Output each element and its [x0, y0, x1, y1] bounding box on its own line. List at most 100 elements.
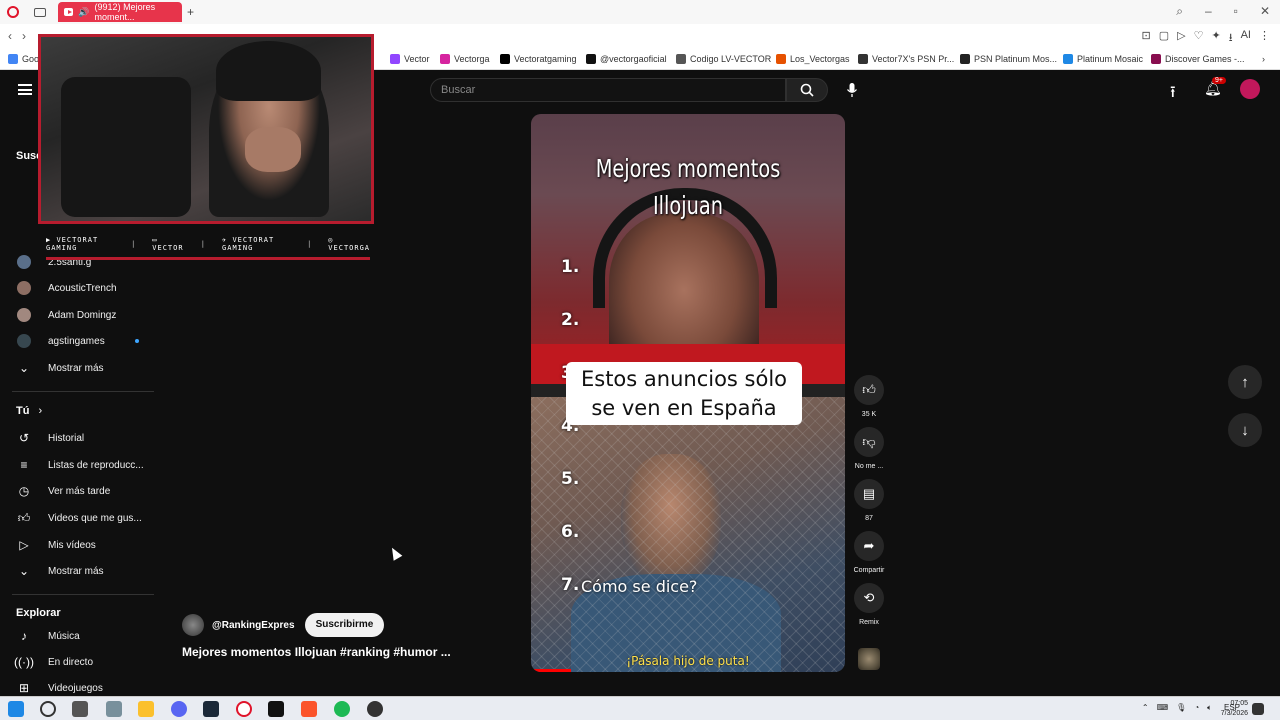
steam-icon[interactable] [203, 701, 219, 717]
sidebar-sub-item[interactable]: agstingames [0, 329, 160, 353]
sidebar-sub-item[interactable]: AcousticTrench [0, 276, 160, 300]
ai-icon[interactable]: AI [1241, 29, 1251, 48]
search-tabs-icon[interactable]: ⌕ [1176, 4, 1183, 19]
like-count: 35 K [861, 411, 877, 418]
upload-icon[interactable]: ⭱ [1170, 81, 1176, 108]
psn-icon [858, 54, 868, 64]
remix-button[interactable]: ⟲ Remix [851, 583, 887, 626]
maximize-icon[interactable]: ▫ [1234, 4, 1238, 19]
discord-icon[interactable] [171, 701, 187, 717]
sound-thumbnail[interactable] [858, 648, 880, 670]
sidebar-item-history[interactable]: ↺ Historial [0, 426, 160, 450]
bookmark-icon[interactable]: ⊡ [1142, 29, 1151, 48]
bookmark-item[interactable]: Discover Games -... [1151, 54, 1245, 64]
back-icon[interactable]: ‹ [8, 29, 12, 43]
show-more-subs[interactable]: ⌄ Mostrar más [0, 356, 160, 380]
tab-overview-icon[interactable] [34, 7, 46, 17]
heart-icon[interactable]: ♡ [1194, 29, 1204, 48]
sidebar-item-playlists[interactable]: ≡ Listas de reproducc... [0, 453, 160, 477]
search-icon[interactable] [40, 701, 56, 717]
comments-button[interactable]: ▤ 87 [851, 479, 887, 522]
bookmark-item[interactable]: Vector [390, 54, 430, 64]
channel-avatar [17, 334, 31, 348]
video-progress-bar[interactable] [531, 669, 571, 672]
voice-search-button[interactable] [838, 78, 866, 102]
show-more-you[interactable]: ⌄ Mostrar más [0, 559, 160, 583]
you-header[interactable]: Tú › [16, 405, 42, 417]
video-icon: ▷ [19, 538, 29, 552]
video-title[interactable]: Mejores momentos Illojuan #ranking #humo… [182, 645, 451, 659]
sidebar-item-watch-later[interactable]: ◷ Ver más tarde [0, 479, 160, 503]
search-input[interactable]: Buscar [430, 78, 786, 102]
sidebar-item-music[interactable]: ♪ Música [0, 624, 160, 648]
channel-handle[interactable]: @RankingExpres [212, 620, 295, 631]
notification-badge: 9+ [1212, 77, 1226, 84]
dislike-label: No me ... [854, 463, 884, 470]
gaming-chair [61, 77, 191, 217]
menu-icon[interactable]: ⋮ [1259, 29, 1270, 48]
dislike-button[interactable]: 👎︎ No me ... [851, 427, 887, 470]
next-short-button[interactable]: ↓ [1228, 413, 1262, 447]
system-clock[interactable]: 07:05 7/3/2026 [1221, 699, 1248, 719]
bookmark-item[interactable]: PSN Platinum Mos... [960, 54, 1057, 64]
channel-avatar[interactable] [182, 614, 204, 636]
account-avatar[interactable] [1240, 79, 1260, 99]
volume-icon[interactable]: 🔈︎ [1207, 703, 1212, 713]
new-tab-icon[interactable]: + [187, 5, 194, 19]
chevron-down-icon: ⌄ [18, 361, 30, 375]
chevron-down-icon: ⌄ [18, 564, 30, 578]
play-icon[interactable]: ▷ [1177, 29, 1185, 48]
chevron-up-icon[interactable]: ⌃ [1142, 703, 1149, 713]
opera-logo-icon[interactable] [7, 6, 19, 18]
download-icon[interactable]: ⭳ [1229, 29, 1233, 48]
twitch-social: ▭ VECTOR [152, 236, 184, 252]
notifications-button[interactable]: 🔔︎ 9+ [1204, 77, 1226, 97]
speaker-icon[interactable]: 🔊 [78, 7, 89, 18]
close-window-icon[interactable]: ✕ [1260, 4, 1270, 19]
file-explorer-icon[interactable] [138, 701, 154, 717]
obs-icon[interactable] [367, 701, 383, 717]
browser-tab-youtube[interactable]: 🔊 (9912) Mejores moment... [58, 2, 182, 22]
search-button[interactable] [786, 78, 828, 102]
short-video-player[interactable]: Mejores momentos Illojuan 1. 2. 3. 4. 5.… [531, 114, 845, 672]
share-button[interactable]: ➦ Compartir [851, 531, 887, 574]
extensions-icon[interactable]: ✦ [1212, 29, 1221, 48]
games-icon [1151, 54, 1161, 64]
windows-start-icon[interactable] [8, 701, 24, 717]
minimize-icon[interactable]: – [1205, 4, 1212, 19]
thumbs-up-icon: 👍︎ [854, 375, 884, 405]
network-icon[interactable]: ⌨ [1157, 703, 1169, 713]
menu-icon[interactable] [18, 84, 32, 95]
snapshot-icon[interactable]: ▢ [1159, 29, 1169, 48]
notifications-icon[interactable] [1252, 703, 1264, 715]
search-icon [800, 83, 814, 97]
bookmarks-overflow-icon[interactable]: › [1262, 54, 1265, 64]
bookmark-item[interactable]: Vectorga [440, 54, 490, 64]
app-icon[interactable] [106, 701, 122, 717]
bookmark-item[interactable]: Los_Vectorgas [776, 54, 850, 64]
playlist-icon: ≡ [20, 458, 28, 472]
subscribe-button[interactable]: Suscribirme [304, 613, 385, 637]
bookmark-item[interactable]: Platinum Mosaic [1063, 54, 1143, 64]
instagram-icon [440, 54, 450, 64]
like-button[interactable]: 👍︎ 35 K [851, 375, 887, 418]
sidebar-sub-item[interactable]: Adam Domingz [0, 303, 160, 327]
previous-short-button[interactable]: ↑ [1228, 365, 1262, 399]
bookmark-item[interactable]: Vectoratgaming [500, 54, 577, 64]
forward-icon[interactable]: › [22, 29, 26, 43]
mic-tray-icon[interactable]: 🎙︎ [1176, 703, 1186, 713]
video-caption-box: Estos anuncios sólo se ven en España [566, 362, 802, 425]
task-view-icon[interactable] [72, 701, 88, 717]
bookmark-item[interactable]: @vectorgaoficial [586, 54, 667, 64]
sidebar-item-my-videos[interactable]: ▷ Mis vídeos [0, 533, 160, 557]
sidebar-item-live[interactable]: ((·)) En directo [0, 650, 160, 674]
opera-icon[interactable] [236, 701, 252, 717]
bookmark-item[interactable]: Codigo LV-VECTOR [676, 54, 771, 64]
sidebar-item-liked[interactable]: 👍︎ Videos que me gus... [0, 506, 160, 530]
brave-icon[interactable] [301, 701, 317, 717]
app-icon[interactable] [268, 701, 284, 717]
bookmark-item[interactable]: Vector7X's PSN Pr... [858, 54, 954, 64]
wifi-icon[interactable]: ◔ [1194, 703, 1199, 713]
ranking-number: 5. [561, 469, 580, 489]
spotify-icon[interactable] [334, 701, 350, 717]
